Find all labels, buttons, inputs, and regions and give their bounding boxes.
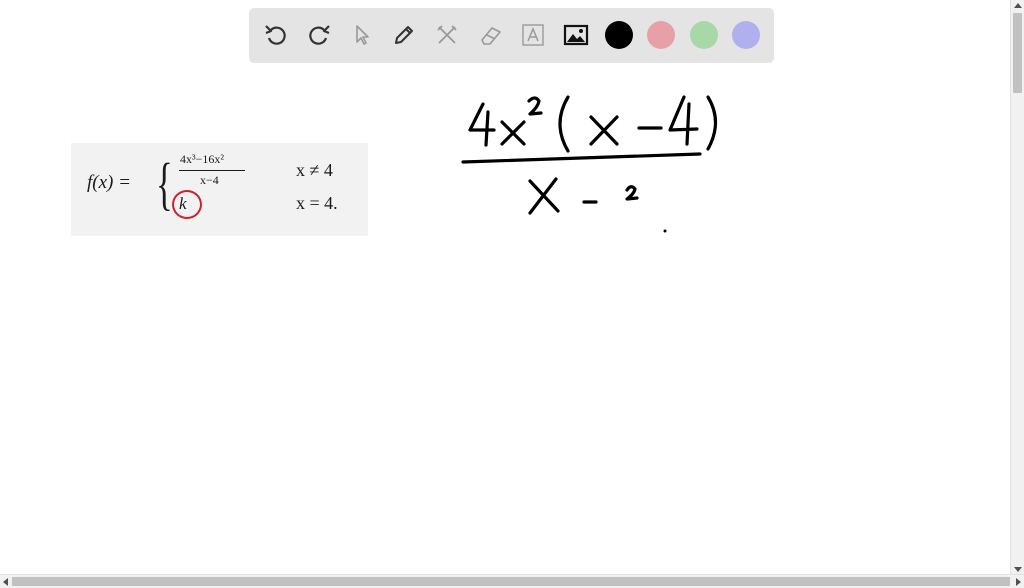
handwritten-denominator — [528, 177, 639, 215]
scroll-down-arrow-icon[interactable] — [1014, 567, 1022, 572]
horizontal-scrollbar[interactable] — [0, 574, 1024, 588]
scroll-right-arrow-icon[interactable] — [1016, 578, 1021, 586]
ink-dot — [663, 229, 667, 233]
scroll-up-arrow-icon[interactable] — [1014, 3, 1022, 8]
handwritten-numerator — [468, 95, 718, 153]
horizontal-scroll-thumb[interactable] — [12, 577, 1010, 586]
vertical-scroll-thumb[interactable] — [1013, 13, 1022, 93]
vertical-scrollbar[interactable] — [1010, 0, 1024, 575]
scroll-left-arrow-icon[interactable] — [3, 578, 8, 586]
handwritten-fraction-bar — [461, 152, 702, 164]
handwriting-canvas[interactable] — [0, 0, 1010, 575]
